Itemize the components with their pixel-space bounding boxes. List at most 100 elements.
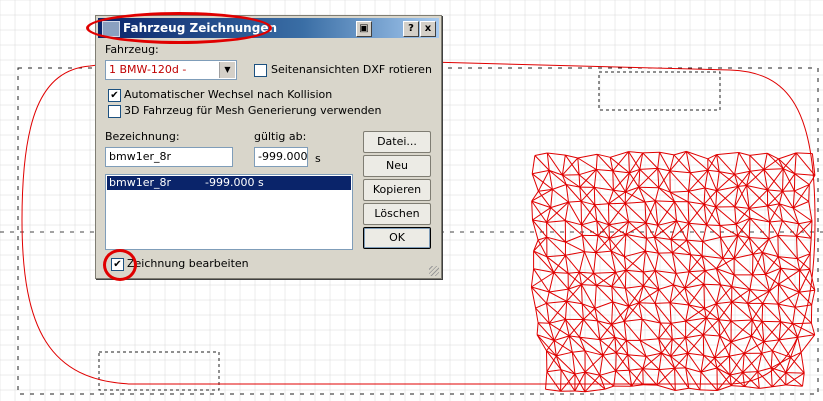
mesh-edge [612,170,614,191]
mesh-edge [768,238,779,257]
mesh-edge [538,322,550,324]
valid-from-label: gültig ab: [254,130,307,143]
pin-icon[interactable]: ▣ [356,21,372,37]
mesh-edge [638,186,659,189]
mesh-edge [625,269,644,287]
ok-button[interactable]: OK [363,227,431,249]
mesh-edge [628,221,647,224]
mesh-edge [752,273,766,276]
mesh-edge [742,371,758,373]
mesh-edge [608,202,626,205]
mesh-edge [545,371,548,390]
mesh-edge [703,283,717,304]
valid-from-input[interactable]: -999.000 [254,147,308,167]
mesh-label: 3D Fahrzeug für Mesh Generierung verwend… [124,104,382,117]
help-button[interactable]: ? [403,21,419,37]
mesh-edge [568,201,582,226]
mesh-edge [560,369,562,392]
mesh-edge [553,272,569,290]
copy-button[interactable]: Kopieren [363,179,431,201]
mesh-edge [799,289,815,293]
mesh-edge [553,272,569,274]
mesh-edge [702,224,708,242]
mesh-edge [719,223,737,226]
mesh-edge [593,271,616,274]
mesh-edge [769,290,779,305]
mesh-edge [747,289,751,304]
mesh-edge [809,238,812,254]
mesh-edge [568,200,582,203]
mesh-edge [546,369,562,373]
valid-unit-label: s [315,152,321,165]
mesh-edge [583,319,598,322]
mesh-edge [577,153,598,159]
mesh-edge [749,274,753,290]
mesh-edge [810,221,813,239]
mesh-edge [676,220,688,241]
mesh-edge [670,239,673,253]
mesh-edge [594,301,613,309]
mesh-edge [768,235,779,240]
mesh-edge [716,301,732,305]
mesh-edge [655,302,671,304]
title-highlight-circle [86,12,272,44]
vehicle-select-value: 1 BMW-120d - [109,63,187,76]
mesh-edge [811,290,816,306]
mesh-edge [728,356,731,376]
mesh-edge [796,235,811,255]
mesh-edge [596,169,613,172]
mesh-edge [729,352,745,357]
new-button[interactable]: Neu [363,155,431,177]
close-button[interactable]: x [420,21,436,37]
mesh-edge [534,152,548,156]
mesh-edge [761,303,764,322]
mesh-edge [639,169,660,189]
mesh-edge [599,336,615,341]
resize-grip-icon[interactable] [429,266,439,276]
mesh-edge [615,354,629,372]
mesh-checkbox[interactable] [108,105,121,118]
mesh-edge [703,334,720,337]
mesh-edge [534,155,550,171]
dashed-box-top [598,71,721,111]
mesh-edge [531,201,533,221]
mesh-edge [702,236,721,242]
mesh-edge [767,189,780,205]
mesh-edge [785,372,805,374]
mesh-edge [574,371,586,375]
mesh-edge [642,368,660,371]
mesh-edge [742,372,745,387]
mesh-edge [624,256,644,273]
mesh-edge [546,291,550,304]
mesh-edge [797,334,815,338]
vehicle-label: Fahrzeug: [105,43,159,56]
mesh-edge [731,319,753,322]
delete-button[interactable]: Löschen [363,203,431,225]
mesh-edge [550,207,566,221]
vehicle-select[interactable]: 1 BMW-120d - ▼ [105,60,237,80]
mesh-edge [531,155,536,174]
rotate-dxf-checkbox[interactable] [254,64,267,77]
mesh-edge [733,258,753,276]
auto-switch-checkbox[interactable]: ✔ [108,89,121,102]
mesh-edge [595,154,598,170]
mesh-edge [686,150,708,160]
mesh-edge [699,389,718,391]
mesh-edge [546,300,567,304]
drawings-list[interactable]: bmw1er_8r -999.000 s [105,174,353,250]
chevron-down-icon[interactable]: ▼ [219,62,235,78]
mesh-edge [752,238,770,255]
mesh-edge [714,335,721,359]
file-button[interactable]: Datei... [363,131,431,153]
mesh-edge [703,190,718,205]
mesh-edge [771,339,780,351]
mesh-edge [719,320,732,337]
mesh-edge [769,221,779,236]
mesh-edge [645,250,656,271]
mesh-edge [794,173,815,176]
mesh-edge [707,170,718,191]
mesh-edge [655,200,675,203]
name-input[interactable]: bmw1er_8r [105,147,233,167]
list-item[interactable]: bmw1er_8r -999.000 s [107,176,351,190]
mesh-edge [658,289,671,304]
